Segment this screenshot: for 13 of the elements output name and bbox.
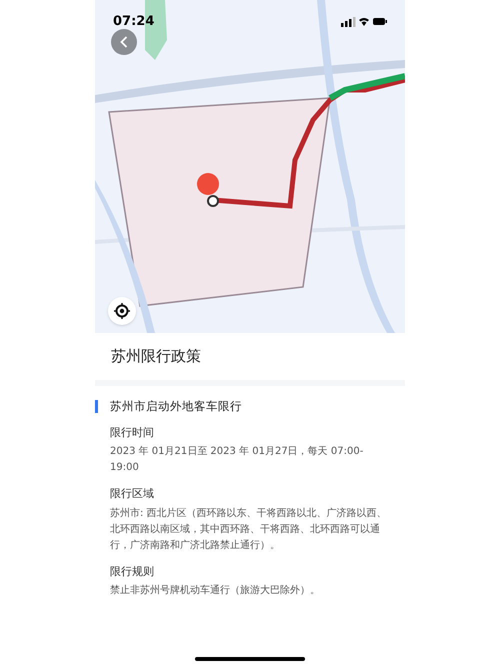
notice-title: 苏州市启动外地客车限行 — [110, 398, 242, 414]
status-time: 07:24 — [113, 13, 154, 31]
section-label: 限行规则 — [110, 564, 155, 580]
section-label: 限行区域 — [110, 486, 155, 502]
page-title: 苏州限行政策 — [111, 346, 202, 367]
section-label: 限行时间 — [110, 424, 155, 441]
back-icon — [120, 36, 128, 48]
locate-icon — [114, 303, 130, 319]
section-text: 苏州市: 西北片区（西环路以东、干将西路以北、广济路以西、北环西路以南区域，其中西环路、干将西路、北环西路可以通行，广济南路和广济北路禁止通行）。 — [110, 506, 388, 553]
status-icons — [341, 16, 387, 28]
section-text: 禁止非苏州号牌机动车通行（旅游大巴除外）。 — [110, 584, 321, 598]
accent-bar — [95, 400, 98, 413]
section-text: 2023 年 01月21日至 2023 年 01月27日，每天 07:00-19:00 — [110, 445, 364, 476]
